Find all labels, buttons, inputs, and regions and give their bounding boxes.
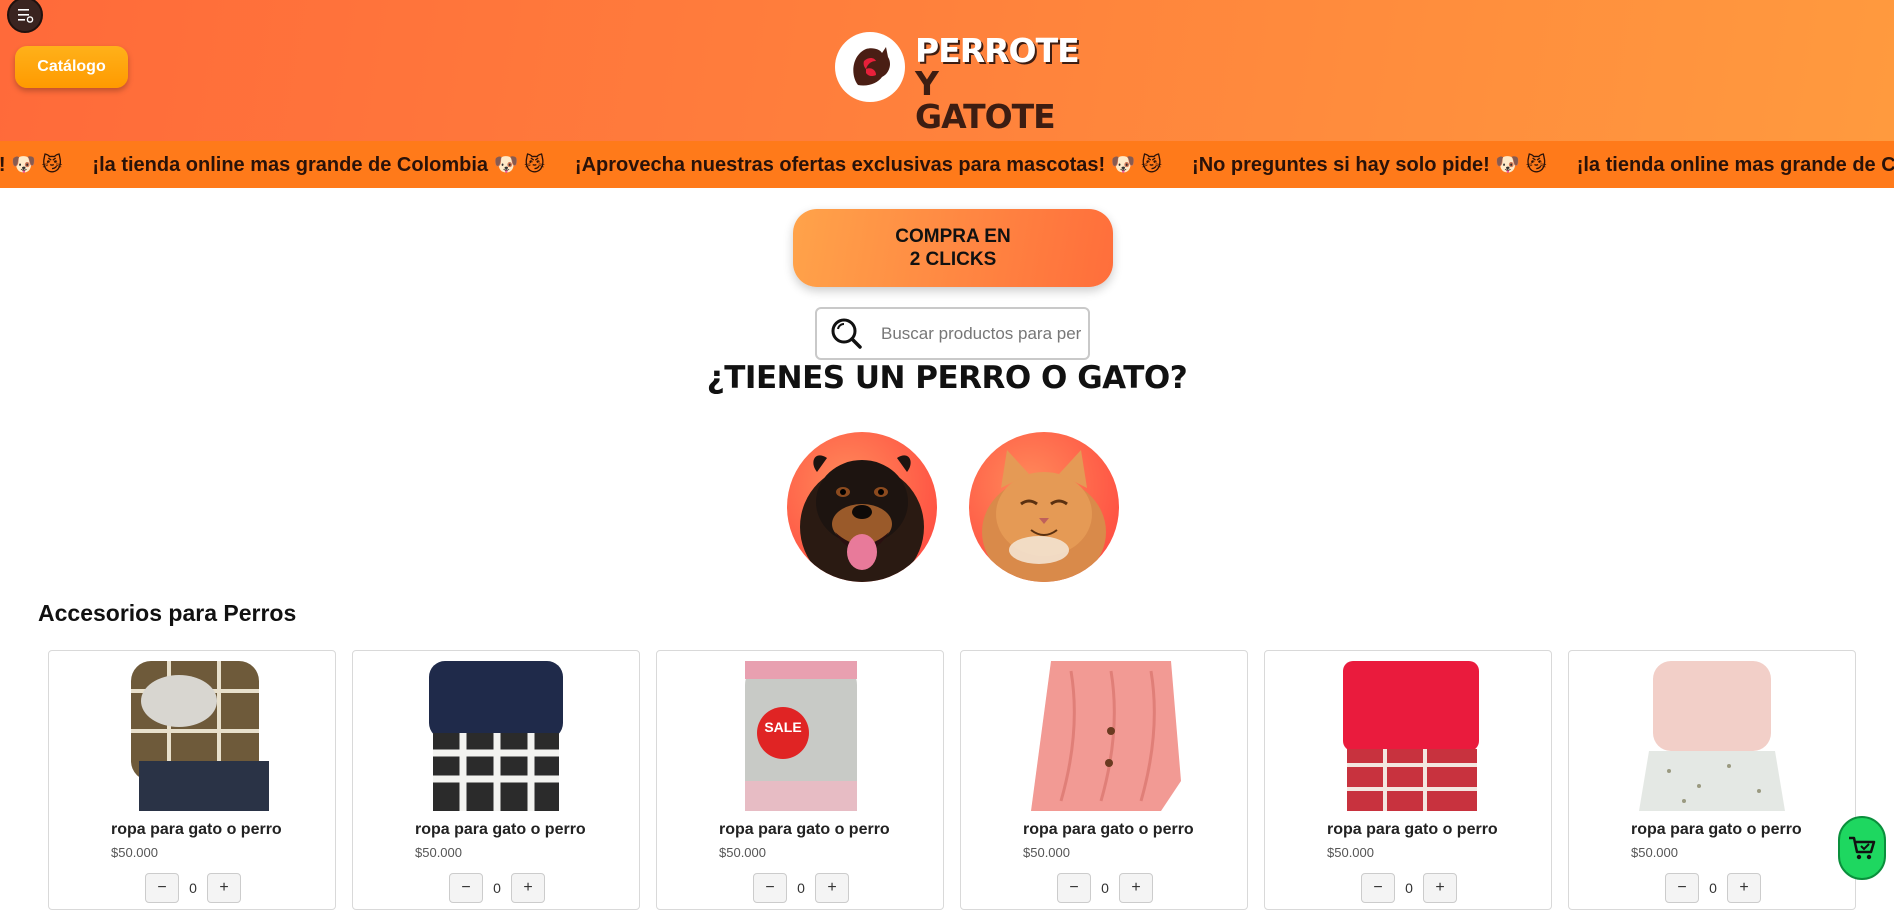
section-title: Accesorios para Perros: [38, 600, 297, 626]
quantity-stepper: − 0 +: [1665, 873, 1761, 903]
menu-list-icon: [18, 9, 34, 23]
product-card[interactable]: SALE ropa para gato o perro $50.000 − 0 …: [656, 650, 944, 910]
product-price: $50.000: [1327, 845, 1374, 860]
increase-button[interactable]: +: [1119, 873, 1153, 903]
product-image: [1639, 661, 1785, 811]
logo-line-2: Y GATOTE: [915, 64, 1056, 136]
sale-badge: SALE: [764, 719, 802, 735]
marquee-track: ide! 🐶 😼 ¡la tienda online mas grande de…: [0, 141, 1894, 188]
cat-category-button[interactable]: [969, 432, 1119, 582]
logo-wordmark: PERROTE Y GATOTE: [915, 31, 1080, 136]
quantity-stepper: − 0 +: [449, 873, 545, 903]
product-image: [429, 661, 563, 811]
dog-image: [800, 455, 924, 582]
quantity-stepper: − 0 +: [753, 873, 849, 903]
product-price: $50.000: [111, 845, 158, 860]
logo-emblem: [835, 32, 905, 102]
cat-logo-icon: [853, 47, 890, 86]
marquee-item: ¡Aprovecha nuestras ofertas exclusivas p…: [574, 154, 1163, 176]
increase-button[interactable]: +: [511, 873, 545, 903]
product-name: ropa para gato o perro: [415, 821, 586, 838]
product-card[interactable]: ropa para gato o perro $50.000 − 0 +: [48, 650, 336, 910]
increase-button[interactable]: +: [1423, 873, 1457, 903]
promo-marquee: ide! 🐶 😼 ¡la tienda online mas grande de…: [0, 141, 1894, 188]
marquee-item: ¡No preguntes si hay solo pide! 🐶 😼: [1192, 154, 1547, 176]
product-card[interactable]: ropa para gato o perro $50.000 − 0 +: [960, 650, 1248, 910]
quantity-stepper: − 0 +: [145, 873, 241, 903]
product-card[interactable]: ropa para gato o perro $50.000 − 0 +: [1568, 650, 1856, 910]
search-icon[interactable]: [827, 315, 865, 353]
quantity-stepper: − 0 +: [1361, 873, 1457, 903]
logo[interactable]: PERROTE Y GATOTE: [835, 30, 1080, 133]
marquee-item: ide! 🐶 😼: [0, 154, 63, 176]
menu-button[interactable]: [7, 0, 43, 33]
product-name: ropa para gato o perro: [1631, 821, 1802, 838]
decrease-button[interactable]: −: [1361, 873, 1395, 903]
quantity-stepper: − 0 +: [1057, 873, 1153, 903]
search-input[interactable]: [879, 322, 1083, 345]
search-box[interactable]: [815, 307, 1090, 360]
product-price: $50.000: [415, 845, 462, 860]
cta-line-2: 2 CLICKS: [909, 249, 997, 270]
marquee-item: ¡la tienda online mas grande de Colombia…: [92, 154, 545, 176]
cart-button[interactable]: [1838, 816, 1886, 880]
quantity-value: 0: [493, 880, 501, 896]
product-name: ropa para gato o perro: [1327, 821, 1498, 838]
dog-category-button[interactable]: [787, 432, 937, 582]
quantity-value: 0: [189, 880, 197, 896]
decrease-button[interactable]: −: [753, 873, 787, 903]
decrease-button[interactable]: −: [1665, 873, 1699, 903]
cta-line-1: COMPRA EN: [895, 226, 1011, 247]
header: Catálogo PERROTE Y GATOTE: [0, 0, 1894, 141]
increase-button[interactable]: +: [815, 873, 849, 903]
product-name: ropa para gato o perro: [1023, 821, 1194, 838]
product-image: [131, 661, 269, 811]
increase-button[interactable]: +: [207, 873, 241, 903]
increase-button[interactable]: +: [1727, 873, 1761, 903]
catalog-button[interactable]: Catálogo: [15, 46, 128, 88]
product-name: ropa para gato o perro: [719, 821, 890, 838]
cat-image: [982, 450, 1106, 582]
product-name: ropa para gato o perro: [111, 821, 282, 838]
product-image: [1343, 661, 1479, 811]
marquee-item: ¡la tienda online mas grande de Colombia…: [1576, 154, 1894, 176]
quantity-value: 0: [797, 880, 805, 896]
product-image: [1031, 661, 1181, 811]
pet-question-heading: ¿TIENES UN PERRO O GATO?: [706, 360, 1188, 396]
decrease-button[interactable]: −: [449, 873, 483, 903]
shopping-cart-icon: [1849, 836, 1876, 860]
buy-in-2-clicks-button[interactable]: COMPRA EN 2 CLICKS: [793, 209, 1113, 287]
product-image: [745, 661, 857, 811]
product-price: $50.000: [1023, 845, 1070, 860]
product-price: $50.000: [719, 845, 766, 860]
logo-line-1: PERROTE: [915, 31, 1080, 70]
decrease-button[interactable]: −: [1057, 873, 1091, 903]
product-card[interactable]: ropa para gato o perro $50.000 − 0 +: [352, 650, 640, 910]
product-card[interactable]: ropa para gato o perro $50.000 − 0 +: [1264, 650, 1552, 910]
quantity-value: 0: [1101, 880, 1109, 896]
quantity-value: 0: [1709, 880, 1717, 896]
product-price: $50.000: [1631, 845, 1678, 860]
quantity-value: 0: [1405, 880, 1413, 896]
decrease-button[interactable]: −: [145, 873, 179, 903]
